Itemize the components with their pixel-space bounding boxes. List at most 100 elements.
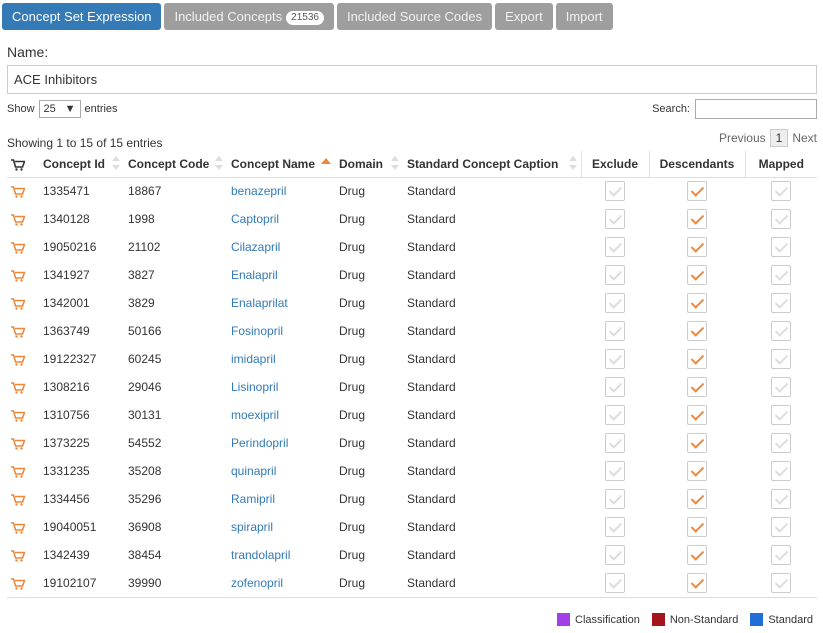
mapped-checkbox[interactable]	[771, 377, 791, 397]
concept-id-cell: 19040051	[43, 520, 97, 534]
cart-cell[interactable]	[7, 541, 39, 569]
exclude-checkbox[interactable]	[605, 321, 625, 341]
tab-import[interactable]: Import	[555, 3, 613, 30]
descendants-checkbox[interactable]	[687, 461, 707, 481]
descendants-checkbox[interactable]	[687, 349, 707, 369]
exclude-checkbox[interactable]	[605, 349, 625, 369]
column-header-descendants: Descendants	[648, 151, 745, 178]
concept-name-link[interactable]: Captopril	[231, 212, 279, 226]
tab-concept-set-expression[interactable]: Concept Set Expression	[2, 3, 162, 30]
concept-name-link[interactable]: Fosinopril	[231, 324, 283, 338]
cart-cell[interactable]	[7, 485, 39, 513]
concept-name-link[interactable]: moexipril	[231, 408, 279, 422]
search-input[interactable]	[695, 99, 817, 119]
descendants-checkbox[interactable]	[687, 377, 707, 397]
mapped-checkbox[interactable]	[771, 572, 791, 593]
mapped-checkbox[interactable]	[771, 405, 791, 425]
mapped-checkbox[interactable]	[771, 265, 791, 285]
previous-button[interactable]: Previous	[719, 131, 766, 145]
mapped-checkbox[interactable]	[771, 209, 791, 229]
cart-cell[interactable]	[7, 233, 39, 261]
column-header-concept-name[interactable]: Concept Name	[227, 151, 335, 178]
cart-cell[interactable]	[7, 205, 39, 233]
shopping-cart-icon	[11, 326, 25, 338]
concept-name-link[interactable]: Enalaprilat	[231, 296, 288, 310]
tab-export[interactable]: Export	[495, 3, 553, 30]
domain-cell: Drug	[339, 184, 366, 199]
mapped-checkbox[interactable]	[771, 237, 791, 257]
descendants-checkbox[interactable]	[687, 545, 707, 565]
column-header-domain[interactable]: Domain	[335, 151, 403, 178]
descendants-checkbox[interactable]	[687, 405, 707, 425]
descendants-checkbox[interactable]	[687, 433, 707, 453]
mapped-checkbox[interactable]	[771, 293, 791, 313]
descendants-checkbox[interactable]	[687, 517, 707, 537]
concept-name-link[interactable]: Perindopril	[231, 436, 288, 450]
concept-name-link[interactable]: Cilazapril	[231, 240, 280, 254]
mapped-checkbox[interactable]	[771, 349, 791, 369]
cart-cell[interactable]	[7, 569, 39, 598]
page-length-select[interactable]: 25 ▼	[38, 100, 81, 118]
descendants-checkbox[interactable]	[687, 209, 707, 229]
concept-name-link[interactable]: benazepril	[231, 184, 286, 198]
tab-included-concepts[interactable]: Included Concepts 21536	[164, 3, 334, 30]
cart-cell[interactable]	[7, 261, 39, 289]
descendants-checkbox[interactable]	[687, 321, 707, 341]
concept-name-link[interactable]: spirapril	[231, 520, 273, 534]
exclude-checkbox[interactable]	[605, 461, 625, 481]
concept-name-link[interactable]: imidapril	[231, 352, 276, 366]
mapped-checkbox[interactable]	[771, 433, 791, 453]
exclude-checkbox[interactable]	[605, 433, 625, 453]
exclude-checkbox[interactable]	[605, 293, 625, 313]
mapped-checkbox[interactable]	[771, 321, 791, 341]
descendants-checkbox[interactable]	[687, 265, 707, 285]
concept-name-link[interactable]: quinapril	[231, 464, 276, 478]
cart-cell[interactable]	[7, 457, 39, 485]
shopping-cart-icon	[11, 494, 25, 506]
concept-name-link[interactable]: Lisinopril	[231, 380, 278, 394]
exclude-checkbox[interactable]	[605, 181, 625, 202]
descendants-checkbox[interactable]	[687, 489, 707, 509]
concept-code-cell: 39990	[124, 569, 227, 598]
concept-name-link[interactable]: trandolapril	[231, 548, 290, 562]
descendants-checkbox[interactable]	[687, 237, 707, 257]
exclude-checkbox[interactable]	[605, 377, 625, 397]
exclude-checkbox[interactable]	[605, 265, 625, 285]
exclude-checkbox[interactable]	[605, 405, 625, 425]
table-info: Showing 1 to 15 of 15 entries	[7, 136, 163, 150]
exclude-checkbox[interactable]	[605, 237, 625, 257]
cart-cell[interactable]	[7, 317, 39, 345]
exclude-checkbox[interactable]	[605, 545, 625, 565]
column-header-standard-concept-caption[interactable]: Standard Concept Caption	[403, 151, 581, 178]
mapped-checkbox[interactable]	[771, 517, 791, 537]
exclude-checkbox[interactable]	[605, 517, 625, 537]
column-header-concept-id[interactable]: Concept Id	[39, 151, 124, 178]
cart-cell[interactable]	[7, 177, 39, 205]
exclude-checkbox[interactable]	[605, 489, 625, 509]
cart-cell[interactable]	[7, 401, 39, 429]
column-header-concept-code[interactable]: Concept Code	[124, 151, 227, 178]
mapped-checkbox[interactable]	[771, 489, 791, 509]
name-input[interactable]: ACE Inhibitors	[7, 65, 817, 94]
concept-name-link[interactable]: zofenopril	[231, 576, 283, 590]
mapped-checkbox[interactable]	[771, 545, 791, 565]
descendants-checkbox[interactable]	[687, 572, 707, 593]
concept-name-link[interactable]: Enalapril	[231, 268, 278, 282]
mapped-checkbox[interactable]	[771, 181, 791, 202]
descendants-checkbox[interactable]	[687, 293, 707, 313]
concept-code-cell: 36908	[128, 520, 162, 534]
exclude-checkbox[interactable]	[605, 572, 625, 593]
cart-cell[interactable]	[7, 345, 39, 373]
page-button-current[interactable]: 1	[769, 129, 789, 147]
descendants-checkbox[interactable]	[687, 181, 707, 202]
tab-included-source-codes[interactable]: Included Source Codes	[336, 3, 493, 30]
cart-cell[interactable]	[7, 289, 39, 317]
next-button[interactable]: Next	[792, 131, 817, 145]
search-label: Search:	[652, 103, 690, 115]
mapped-checkbox[interactable]	[771, 461, 791, 481]
concept-name-link[interactable]: Ramipril	[231, 492, 275, 506]
cart-cell[interactable]	[7, 429, 39, 457]
cart-cell[interactable]	[7, 373, 39, 401]
cart-cell[interactable]	[7, 513, 39, 541]
exclude-checkbox[interactable]	[605, 209, 625, 229]
